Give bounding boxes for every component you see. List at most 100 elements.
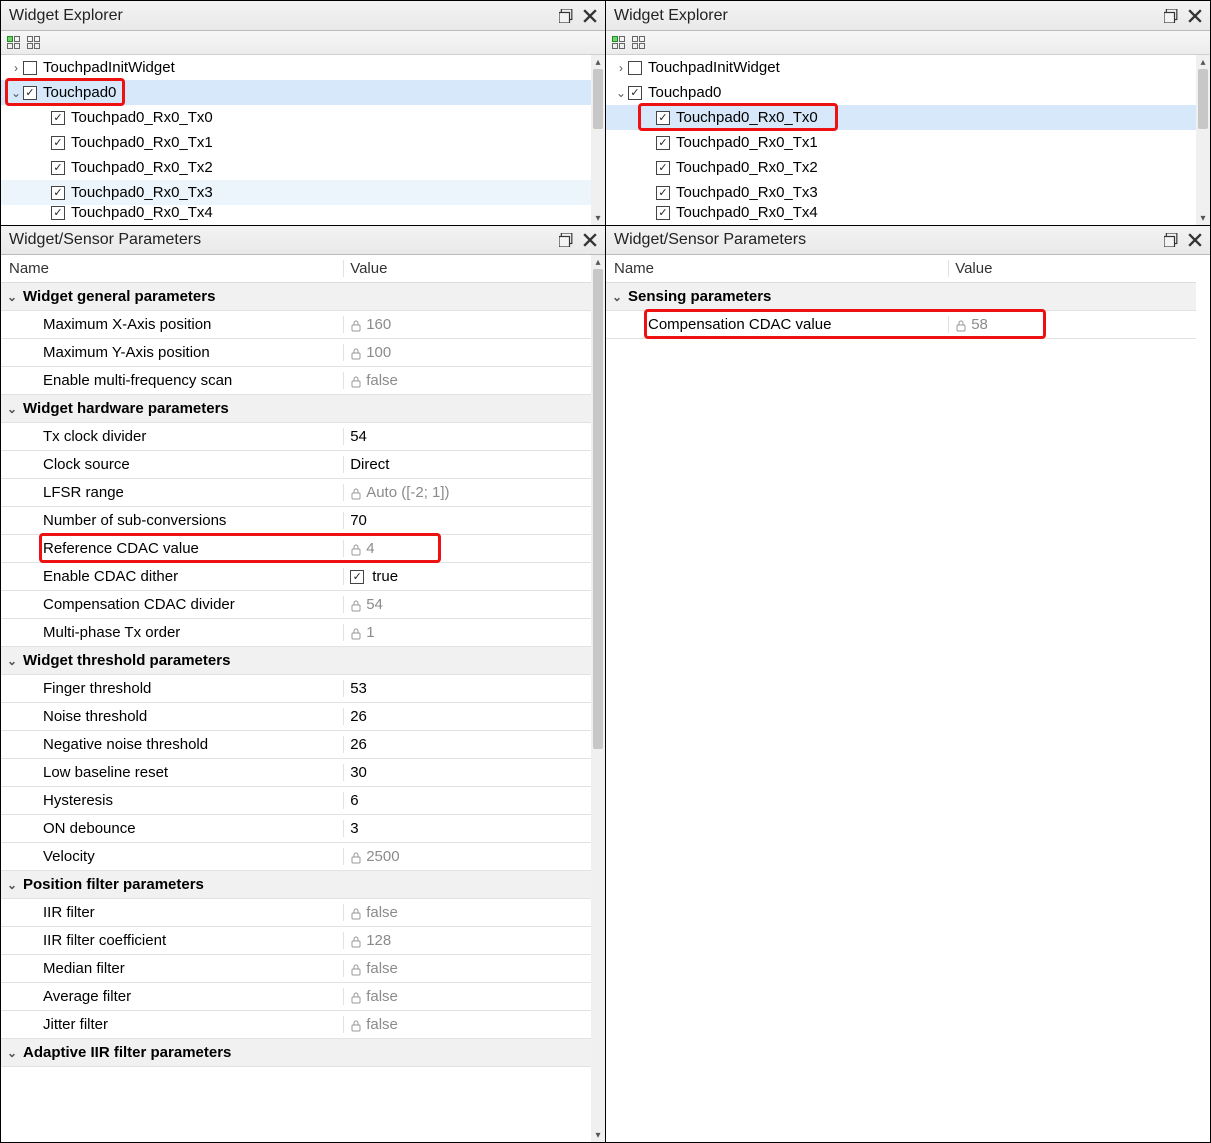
tree-item[interactable]: Touchpad0_Rx0_Tx4 xyxy=(1,205,605,220)
checkbox[interactable] xyxy=(656,111,670,125)
param-row[interactable]: Maximum Y-Axis position100 xyxy=(1,339,591,367)
scroll-down-icon[interactable]: ▾ xyxy=(1196,211,1210,225)
checkbox[interactable] xyxy=(628,61,642,75)
param-row[interactable]: Clock sourceDirect xyxy=(1,451,591,479)
param-value[interactable]: 58 xyxy=(948,316,1196,333)
close-icon[interactable] xyxy=(1188,233,1202,247)
param-value[interactable]: 128 xyxy=(343,932,591,949)
tree-item[interactable]: ⌄Touchpad0 xyxy=(1,80,605,105)
check-all-icon[interactable] xyxy=(612,36,626,50)
param-row[interactable]: Tx clock divider54 xyxy=(1,423,591,451)
checkbox[interactable] xyxy=(23,61,37,75)
param-value[interactable]: 53 xyxy=(343,680,591,697)
checkbox[interactable] xyxy=(51,111,65,125)
param-value[interactable]: false xyxy=(343,988,591,1005)
scroll-thumb[interactable] xyxy=(593,69,603,129)
param-value[interactable]: 26 xyxy=(343,736,591,753)
expand-icon[interactable]: ⌄ xyxy=(9,86,23,100)
expand-icon[interactable]: ⌄ xyxy=(1,290,23,304)
checkbox[interactable] xyxy=(23,86,37,100)
checkbox[interactable] xyxy=(350,570,364,584)
scrollbar[interactable]: ▴ ▾ xyxy=(1196,55,1210,225)
param-row[interactable]: LFSR rangeAuto ([-2; 1]) xyxy=(1,479,591,507)
param-group[interactable]: ⌄Sensing parameters xyxy=(606,283,1196,311)
tree-item[interactable]: Touchpad0_Rx0_Tx1 xyxy=(606,130,1210,155)
param-value[interactable]: false xyxy=(343,904,591,921)
tree-item[interactable]: Touchpad0_Rx0_Tx1 xyxy=(1,130,605,155)
tree-item[interactable]: Touchpad0_Rx0_Tx4 xyxy=(606,205,1210,220)
param-value[interactable]: true xyxy=(343,568,591,585)
param-group[interactable]: ⌄Widget general parameters xyxy=(1,283,591,311)
param-row[interactable]: Finger threshold53 xyxy=(1,675,591,703)
param-row[interactable]: Jitter filterfalse xyxy=(1,1011,591,1039)
scroll-up-icon[interactable]: ▴ xyxy=(591,255,605,269)
param-row[interactable]: IIR filter coefficient128 xyxy=(1,927,591,955)
uncheck-all-icon[interactable] xyxy=(632,36,646,50)
param-row[interactable]: Hysteresis6 xyxy=(1,787,591,815)
param-row[interactable]: IIR filterfalse xyxy=(1,899,591,927)
param-row[interactable]: Reference CDAC value4 xyxy=(1,535,591,563)
param-value[interactable]: false xyxy=(343,1016,591,1033)
param-value[interactable]: false xyxy=(343,372,591,389)
checkbox[interactable] xyxy=(656,136,670,150)
checkbox[interactable] xyxy=(656,206,670,220)
tree-item[interactable]: ›TouchpadInitWidget xyxy=(1,55,605,80)
param-row[interactable]: Noise threshold26 xyxy=(1,703,591,731)
param-row[interactable]: Low baseline reset30 xyxy=(1,759,591,787)
param-value[interactable]: Auto ([-2; 1]) xyxy=(343,484,591,501)
param-value[interactable]: Direct xyxy=(343,456,591,473)
param-group[interactable]: ⌄Widget threshold parameters xyxy=(1,647,591,675)
expand-icon[interactable]: ⌄ xyxy=(1,654,23,668)
param-value[interactable]: false xyxy=(343,960,591,977)
expand-icon[interactable]: ⌄ xyxy=(1,402,23,416)
param-value[interactable]: 26 xyxy=(343,708,591,725)
checkbox[interactable] xyxy=(51,161,65,175)
scroll-thumb[interactable] xyxy=(593,269,603,749)
close-icon[interactable] xyxy=(1188,9,1202,23)
param-value[interactable]: 3 xyxy=(343,820,591,837)
tree-item[interactable]: Touchpad0_Rx0_Tx3 xyxy=(1,180,605,205)
param-row[interactable]: Enable CDAC dithertrue xyxy=(1,563,591,591)
scroll-down-icon[interactable]: ▾ xyxy=(591,1128,605,1142)
param-row[interactable]: Median filterfalse xyxy=(1,955,591,983)
param-row[interactable]: Compensation CDAC value58 xyxy=(606,311,1196,339)
param-value[interactable]: 54 xyxy=(343,428,591,445)
checkbox[interactable] xyxy=(656,161,670,175)
param-row[interactable]: Maximum X-Axis position160 xyxy=(1,311,591,339)
checkbox[interactable] xyxy=(628,86,642,100)
check-all-icon[interactable] xyxy=(7,36,21,50)
param-value[interactable]: 6 xyxy=(343,792,591,809)
restore-icon[interactable] xyxy=(1164,9,1178,23)
tree-item[interactable]: ⌄Touchpad0 xyxy=(606,80,1210,105)
expand-icon[interactable]: ⌄ xyxy=(1,878,23,892)
expand-icon[interactable]: ⌄ xyxy=(1,1046,23,1060)
scroll-up-icon[interactable]: ▴ xyxy=(591,55,605,69)
tree-item[interactable]: Touchpad0_Rx0_Tx0 xyxy=(606,105,1210,130)
restore-icon[interactable] xyxy=(559,233,573,247)
param-value[interactable]: 30 xyxy=(343,764,591,781)
param-row[interactable]: Negative noise threshold26 xyxy=(1,731,591,759)
scroll-down-icon[interactable]: ▾ xyxy=(591,211,605,225)
param-value[interactable]: 1 xyxy=(343,624,591,641)
checkbox[interactable] xyxy=(656,186,670,200)
param-row[interactable]: Multi-phase Tx order1 xyxy=(1,619,591,647)
param-value[interactable]: 54 xyxy=(343,596,591,613)
param-row[interactable]: Number of sub-conversions70 xyxy=(1,507,591,535)
scrollbar[interactable]: ▴ ▾ xyxy=(591,55,605,225)
param-group[interactable]: ⌄Adaptive IIR filter parameters xyxy=(1,1039,591,1067)
param-row[interactable]: ON debounce3 xyxy=(1,815,591,843)
expand-icon[interactable]: › xyxy=(9,61,23,75)
checkbox[interactable] xyxy=(51,136,65,150)
param-row[interactable]: Enable multi-frequency scanfalse xyxy=(1,367,591,395)
param-group[interactable]: ⌄Position filter parameters xyxy=(1,871,591,899)
checkbox[interactable] xyxy=(51,206,65,220)
param-row[interactable]: Velocity2500 xyxy=(1,843,591,871)
tree-item[interactable]: Touchpad0_Rx0_Tx0 xyxy=(1,105,605,130)
param-value[interactable]: 160 xyxy=(343,316,591,333)
scroll-up-icon[interactable]: ▴ xyxy=(1196,55,1210,69)
tree-item[interactable]: ›TouchpadInitWidget xyxy=(606,55,1210,80)
close-icon[interactable] xyxy=(583,9,597,23)
tree-item[interactable]: Touchpad0_Rx0_Tx3 xyxy=(606,180,1210,205)
expand-icon[interactable]: ⌄ xyxy=(614,86,628,100)
close-icon[interactable] xyxy=(583,233,597,247)
